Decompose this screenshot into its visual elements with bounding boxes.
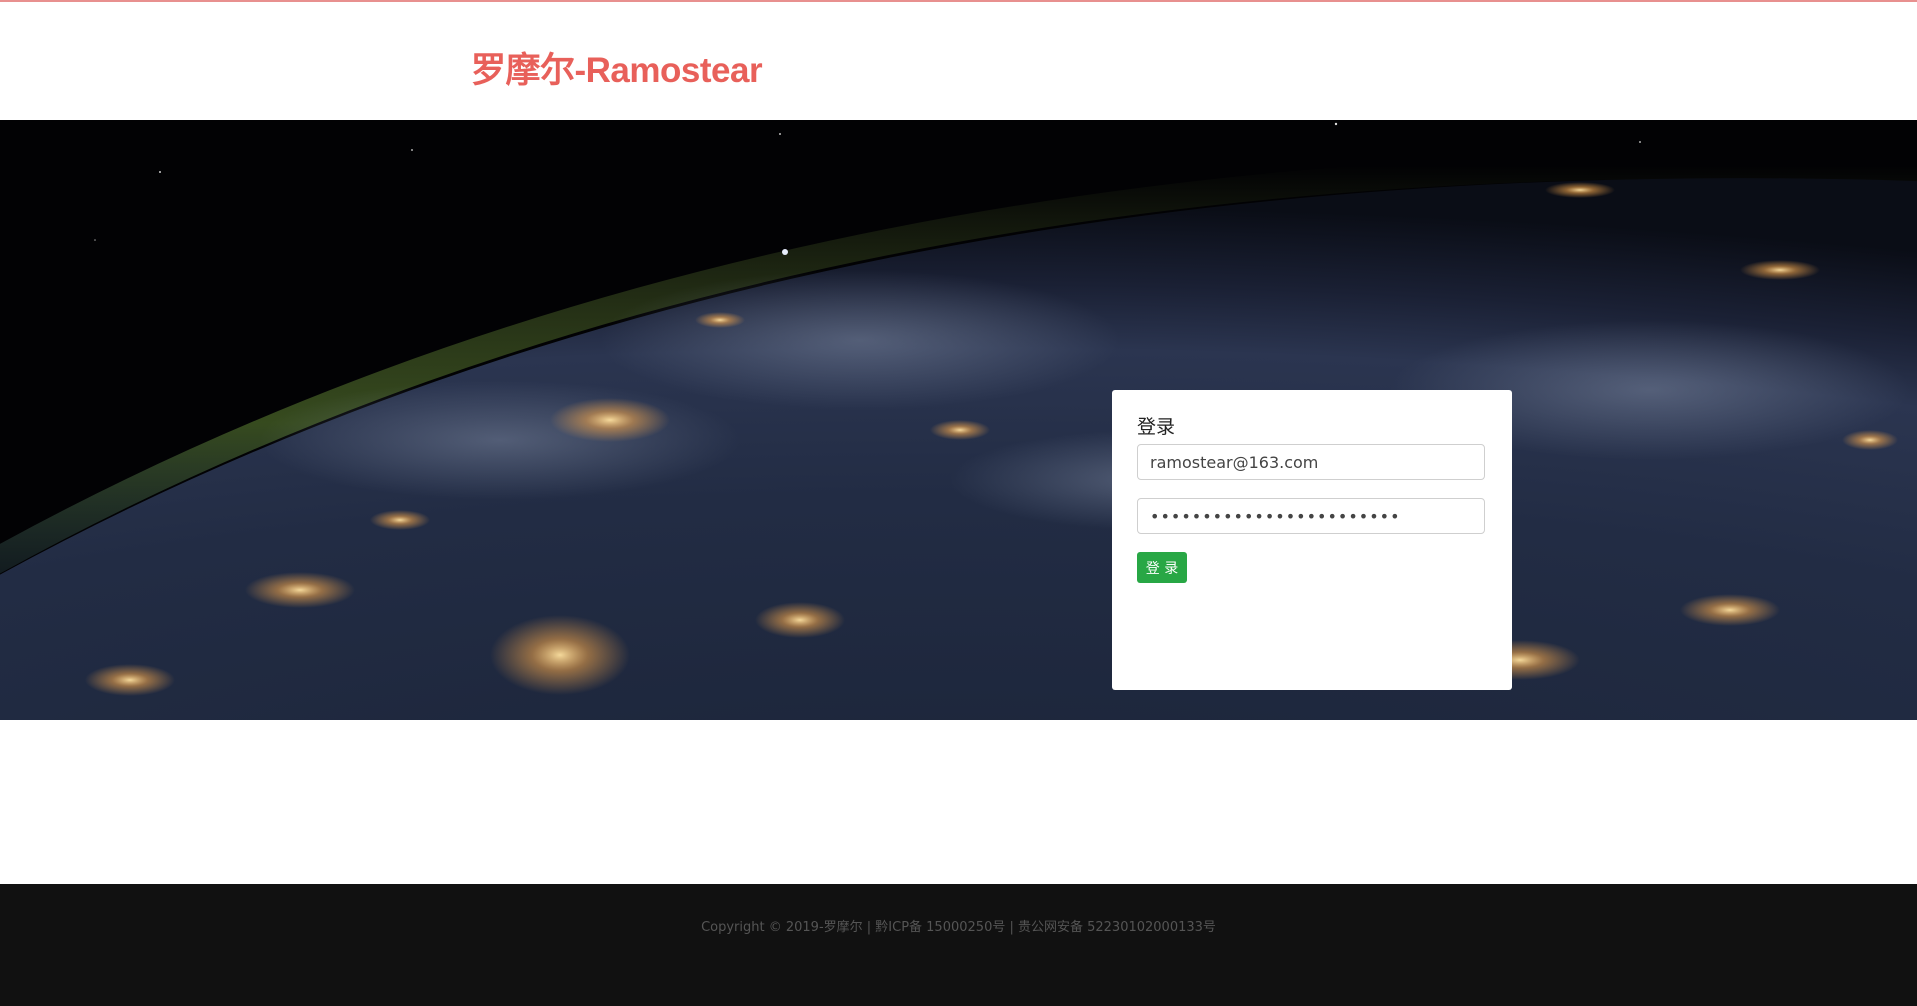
email-field[interactable] — [1137, 444, 1485, 480]
copyright-text: Copyright © 2019-罗摩尔 | 黔ICP备 15000250号 |… — [701, 920, 1216, 935]
password-field[interactable] — [1137, 498, 1485, 534]
site-header: 罗摩尔-Ramostear — [0, 2, 1917, 120]
site-footer: Copyright © 2019-罗摩尔 | 黔ICP备 15000250号 |… — [0, 884, 1917, 1006]
earth-at-night-image — [0, 120, 1917, 720]
site-logo-title[interactable]: 罗摩尔-Ramostear — [471, 42, 763, 93]
login-title: 登录 — [1137, 416, 1176, 438]
login-button[interactable]: 登 录 — [1137, 552, 1187, 583]
login-card: 登录 登 录 — [1112, 390, 1512, 690]
hero-banner: 登录 登 录 — [0, 120, 1917, 720]
